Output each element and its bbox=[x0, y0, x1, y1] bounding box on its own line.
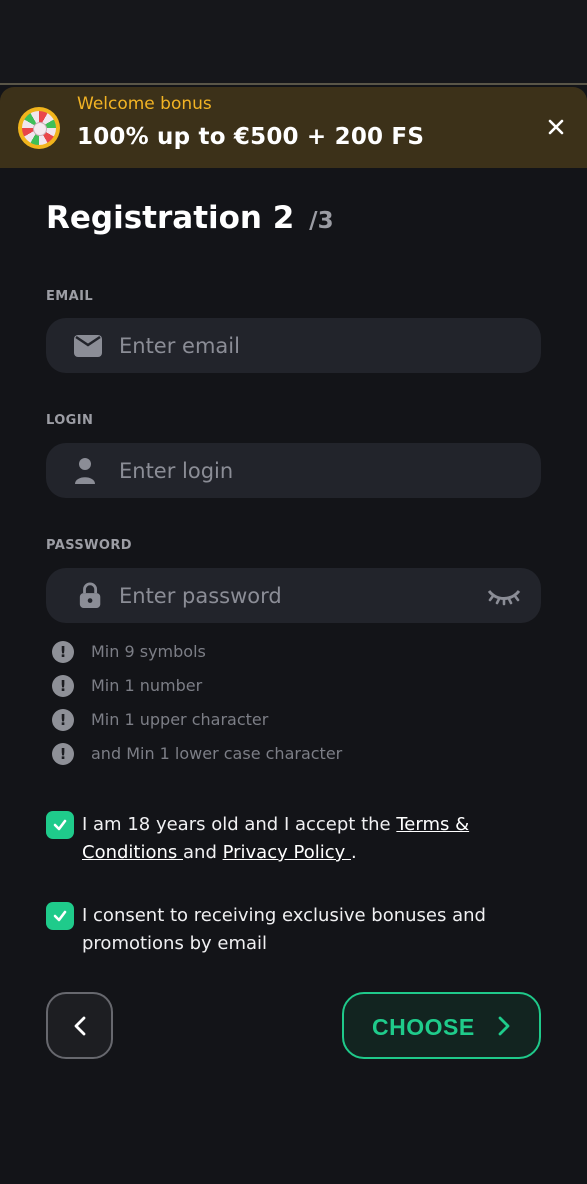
terms-text: I am 18 years old and I accept the Terms… bbox=[82, 814, 470, 863]
top-bar bbox=[0, 0, 587, 85]
user-icon bbox=[75, 458, 95, 484]
page-title: Registration 2 /3 bbox=[46, 200, 334, 236]
email-label: EMAIL bbox=[46, 289, 93, 304]
choose-button[interactable]: CHOOSE bbox=[342, 992, 541, 1059]
warning-icon: ! bbox=[52, 743, 74, 765]
warning-icon: ! bbox=[52, 641, 74, 663]
password-label: PASSWORD bbox=[46, 538, 132, 553]
check-icon bbox=[53, 819, 67, 831]
marketing-consent: I consent to receiving exclusive bonuses… bbox=[46, 902, 526, 962]
step-indicator: /3 bbox=[309, 208, 334, 234]
email-field-container[interactable] bbox=[46, 318, 541, 373]
chevron-right-icon bbox=[498, 1016, 510, 1036]
back-button[interactable] bbox=[46, 992, 113, 1059]
chevron-left-icon bbox=[74, 1016, 86, 1036]
terms-consent: I am 18 years old and I accept the Terms… bbox=[46, 811, 526, 871]
eye-closed-icon[interactable] bbox=[487, 586, 521, 606]
close-banner-button[interactable] bbox=[543, 114, 569, 140]
choose-button-label: CHOOSE bbox=[372, 1014, 475, 1040]
login-field-container[interactable] bbox=[46, 443, 541, 498]
marketing-text: I consent to receiving exclusive bonuses… bbox=[82, 905, 486, 954]
login-input[interactable] bbox=[119, 443, 479, 498]
privacy-policy-link[interactable]: Privacy Policy bbox=[223, 842, 351, 863]
warning-icon: ! bbox=[52, 709, 74, 731]
check-icon bbox=[53, 910, 67, 922]
email-input[interactable] bbox=[119, 318, 479, 373]
password-field-container[interactable] bbox=[46, 568, 541, 623]
password-input[interactable] bbox=[119, 568, 479, 623]
envelope-icon bbox=[74, 335, 102, 357]
warning-icon: ! bbox=[52, 675, 74, 697]
bonus-title: 100% up to €500 + 200 FS bbox=[77, 124, 425, 150]
page-title-text: Registration 2 bbox=[46, 200, 295, 236]
bonus-subtitle: Welcome bonus bbox=[77, 94, 212, 114]
fortune-wheel-icon bbox=[18, 107, 60, 149]
login-label: LOGIN bbox=[46, 413, 94, 428]
lock-icon bbox=[79, 582, 101, 608]
marketing-checkbox[interactable] bbox=[46, 902, 74, 930]
close-icon bbox=[548, 119, 564, 135]
terms-checkbox[interactable] bbox=[46, 811, 74, 839]
